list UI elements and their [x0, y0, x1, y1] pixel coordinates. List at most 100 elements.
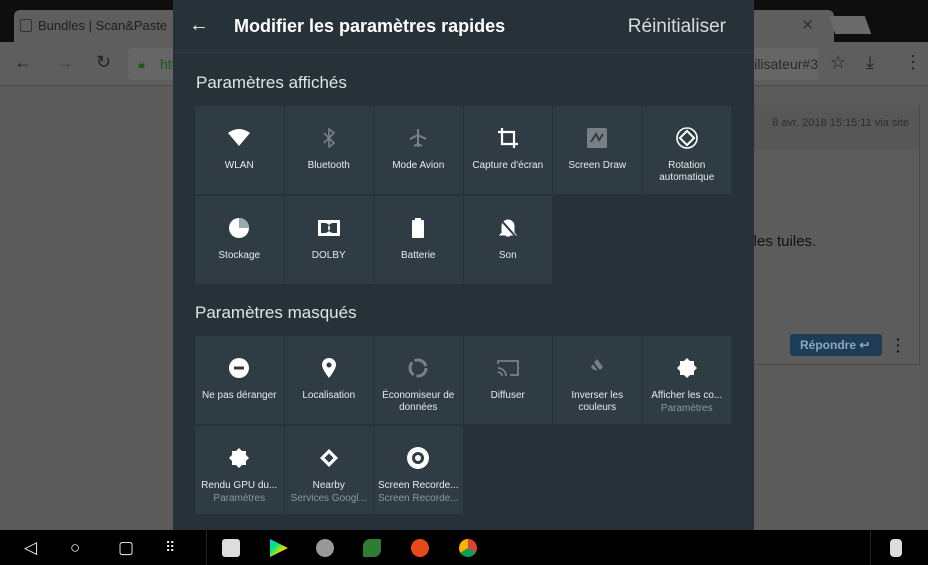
- tile-nearby[interactable]: Nearby Services Googl...: [284, 426, 373, 514]
- app-icon-terminal[interactable]: [222, 539, 240, 557]
- hidden-section-header: Paramètres masqués: [195, 303, 357, 322]
- tile-draw[interactable]: Screen Draw: [553, 106, 642, 194]
- forward-icon[interactable]: →: [56, 52, 74, 73]
- panel-title: Modifier les paramètres rapides: [234, 16, 506, 36]
- nav-back-icon[interactable]: ◁: [24, 538, 37, 558]
- tile-label: WLAN: [224, 160, 254, 171]
- tile-label: DOLBY: [311, 250, 346, 261]
- settings-icon[interactable]: [316, 539, 334, 557]
- pie-chart-icon: [227, 216, 251, 240]
- panel-header: ← Modifier les paramètres rapides Réinit…: [173, 0, 754, 53]
- quick-settings-editor: ← Modifier les paramètres rapides Réinit…: [173, 0, 754, 530]
- reply-icon: ↩: [859, 338, 870, 352]
- tile-location-pin[interactable]: Localisation: [284, 336, 373, 424]
- tile-aperture[interactable]: Screen Recorde... Screen Recorde...: [374, 426, 463, 514]
- tile-wifi[interactable]: WLAN: [195, 106, 284, 194]
- tile-label: Son: [498, 250, 517, 261]
- tile-label: Mode Avion: [392, 160, 445, 171]
- tile-label: Rendu GPU du...: [201, 480, 278, 491]
- nav-home-icon[interactable]: ○: [70, 538, 80, 558]
- tile-label: Screen Recorde...: [377, 480, 459, 491]
- nav-recents-icon[interactable]: ▢: [118, 538, 134, 558]
- tile-rotation[interactable]: Rotation automatique: [642, 106, 731, 194]
- reply-label: Répondre: [800, 338, 857, 352]
- play-store-icon[interactable]: [270, 539, 288, 557]
- new-tab-button[interactable]: [828, 16, 872, 34]
- hidden-tiles-grid: Ne pas déranger Localisation Économiseur…: [195, 336, 731, 514]
- dolby-icon: [317, 216, 341, 240]
- comment-card: 8 avr. 2018 15:15:11 via site elles tuil…: [742, 105, 920, 365]
- tile-invert-colors[interactable]: Inverser les couleurs: [553, 336, 642, 424]
- shown-tiles-grid: WLAN Bluetooth Mode Avion Capture d'écra…: [195, 106, 731, 284]
- tile-label: Afficher les co...: [651, 390, 723, 401]
- chrome-icon[interactable]: [459, 539, 477, 557]
- url-end: tilisateur#3: [750, 56, 818, 72]
- reset-button[interactable]: Réinitialiser: [628, 16, 726, 38]
- rotation-icon: [675, 126, 699, 150]
- tile-label: Rotation automatique: [659, 160, 715, 183]
- bluetooth-icon: [317, 126, 341, 150]
- tile-cast[interactable]: Diffuser: [463, 336, 552, 424]
- tile-battery[interactable]: Batterie: [374, 196, 463, 284]
- aperture-icon: [406, 446, 430, 470]
- more-options-icon[interactable]: · · ·: [896, 332, 902, 358]
- tile-sublabel: Screen Recorde...: [377, 493, 459, 504]
- comment-meta: 8 avr. 2018 15:15:11 via site: [754, 105, 919, 150]
- nearby-icon: [317, 446, 341, 470]
- reload-icon[interactable]: ↻: [96, 52, 111, 73]
- tile-label: Bluetooth: [307, 160, 350, 171]
- gear-icon: [675, 356, 699, 380]
- cast-icon: [496, 356, 520, 380]
- airplane-icon: [406, 126, 430, 150]
- app-icon-orange[interactable]: [411, 539, 429, 557]
- tile-label: Ne pas déranger: [202, 390, 277, 401]
- tile-gear[interactable]: Rendu GPU du... Paramètres: [195, 426, 284, 514]
- tile-label: Capture d'écran: [472, 160, 544, 171]
- snapseed-icon[interactable]: [363, 539, 381, 557]
- tile-label: Batterie: [401, 250, 436, 261]
- shown-section-header: Paramètres affichés: [196, 73, 347, 92]
- tile-label: Diffuser: [490, 390, 525, 401]
- tile-label: Screen Draw: [568, 160, 627, 171]
- lock-icon: 🔒︎: [138, 56, 145, 71]
- tile-sublabel: Services Googl...: [290, 493, 367, 504]
- bell-off-icon: [496, 216, 520, 240]
- divider: [206, 530, 207, 565]
- download-icon[interactable]: ⤓: [866, 52, 874, 73]
- divider: [870, 530, 871, 565]
- star-icon[interactable]: ☆: [830, 52, 846, 73]
- menu-icon[interactable]: ⋮: [904, 52, 922, 73]
- tile-label: Nearby: [312, 480, 345, 491]
- tile-sublabel: Paramètres: [213, 493, 266, 504]
- battery-icon: [406, 216, 430, 240]
- location-pin-icon: [317, 356, 341, 380]
- reply-button[interactable]: Répondre ↩: [790, 334, 882, 356]
- tile-label: Localisation: [302, 390, 356, 401]
- draw-icon: [585, 126, 609, 150]
- wifi-icon: [227, 126, 251, 150]
- data-saver-icon: [406, 356, 430, 380]
- tile-bluetooth[interactable]: Bluetooth: [284, 106, 373, 194]
- tile-data-saver[interactable]: Économiseur de données: [374, 336, 463, 424]
- tile-label: Inverser les couleurs: [571, 390, 624, 413]
- tile-pie-chart[interactable]: Stockage: [195, 196, 284, 284]
- tile-airplane[interactable]: Mode Avion: [374, 106, 463, 194]
- tile-sublabel: Paramètres: [660, 403, 713, 414]
- tile-bell-off[interactable]: Son: [463, 196, 552, 284]
- do-not-disturb-icon: [227, 356, 251, 380]
- tile-dolby[interactable]: DOLBY: [284, 196, 373, 284]
- back-arrow-icon[interactable]: ←: [189, 14, 209, 37]
- tile-crop[interactable]: Capture d'écran: [463, 106, 552, 194]
- app-drawer-icon[interactable]: ⠿: [165, 539, 175, 556]
- tile-label: Économiseur de données: [382, 390, 455, 413]
- favicon-icon: [20, 19, 32, 32]
- notification-icon[interactable]: [890, 539, 902, 557]
- close-tab-icon[interactable]: ✕: [801, 16, 814, 34]
- tile-gear[interactable]: Afficher les co... Paramètres: [642, 336, 731, 424]
- tile-do-not-disturb[interactable]: Ne pas déranger: [195, 336, 284, 424]
- invert-colors-icon: [585, 356, 609, 380]
- android-nav-bar: ◁ ○ ▢ ⠿: [0, 530, 928, 565]
- tab-title: Bundles | Scan&Paste: [38, 18, 168, 33]
- tile-label: Stockage: [218, 250, 261, 261]
- back-icon[interactable]: ←: [14, 52, 32, 73]
